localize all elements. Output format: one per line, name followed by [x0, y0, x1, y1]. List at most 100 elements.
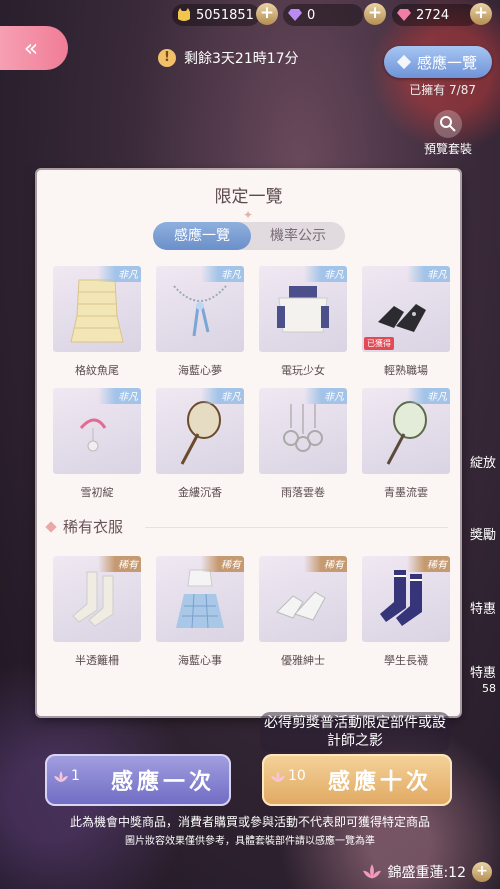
badge-label: 非凡: [201, 266, 244, 282]
list-item[interactable]: 非凡 電玩少女: [259, 266, 347, 378]
badge-label: 非凡: [98, 266, 141, 282]
item-name: 海藍心夢: [178, 364, 222, 377]
fan-icon: [180, 401, 221, 465]
list-item[interactable]: 稀有 學生長襪: [362, 556, 450, 668]
disclaimer: 此為機會中獎商品，消費者購買或參與活動不代表即可獲得特定商品: [69, 815, 430, 829]
badge-label: 非凡: [407, 266, 450, 282]
list-item[interactable]: 非凡 青墨流雲: [362, 388, 450, 500]
badge-label: 稀有: [407, 556, 450, 572]
badge-label: 稀有: [201, 556, 244, 572]
item-thumbnail: 非凡: [53, 388, 141, 474]
item-name: 海藍心事: [178, 654, 222, 667]
item-thumbnail: 非凡: [259, 388, 347, 474]
badge-label: 稀有: [98, 556, 141, 572]
item-name: 格紋魚尾: [75, 364, 119, 377]
tab-probability[interactable]: 機率公示: [251, 222, 345, 250]
diamond-icon: [396, 54, 412, 70]
back-button[interactable]: «: [0, 26, 68, 70]
side-label-reward: 奬勵: [469, 528, 496, 543]
side-label-bloom: 綻放: [469, 456, 496, 471]
badge-label: 非凡: [304, 388, 347, 404]
collection-overview-button[interactable]: 感應一覽: [384, 46, 492, 78]
item-thumbnail: 非凡: [156, 266, 244, 352]
draw-one-button[interactable]: 1 感應一次: [45, 754, 231, 806]
list-item[interactable]: 非凡 雪初綻: [53, 388, 141, 500]
item-name: 雪初綻: [80, 486, 114, 499]
list-item[interactable]: 非凡 雨落雲卷: [259, 388, 347, 500]
list-item[interactable]: 非凡 金縷沉香: [156, 388, 244, 500]
item-thumbnail: 稀有: [156, 556, 244, 642]
list-item[interactable]: 稀有 半透籬柵: [53, 556, 141, 668]
item-name: 金縷沉香: [178, 486, 222, 499]
panel-title: 限定一覽: [214, 187, 283, 207]
item-thumbnail: 非凡 已獲得: [362, 266, 450, 352]
obtained-tag: 已獲得: [364, 337, 394, 350]
lotus-icon: [271, 771, 285, 782]
badge-label: 非凡: [304, 266, 347, 282]
guarantee-note: 必得剪獎普活動限定部件或設計師之影: [260, 712, 450, 752]
badge-label: 非凡: [407, 388, 450, 404]
shoes-icon: [378, 304, 426, 332]
earring-icon: [79, 418, 107, 452]
add-diamond-button[interactable]: +: [364, 3, 386, 25]
double-chevron-left-icon: «: [23, 34, 39, 62]
pendant-icon: [283, 404, 323, 452]
item-thumbnail: 稀有: [53, 556, 141, 642]
gold-counter: 5051851: [172, 4, 260, 26]
magnifier-icon: [434, 110, 462, 138]
gem-icon: [397, 9, 411, 21]
diamond-icon: [288, 9, 302, 21]
add-gold-button[interactable]: +: [256, 3, 278, 25]
alert-icon: !: [158, 49, 176, 67]
item-thumbnail: 稀有: [259, 556, 347, 642]
item-name: 學生長襪: [384, 654, 428, 667]
side-label-special: 特惠: [469, 602, 496, 617]
item-thumbnail: 非凡: [53, 266, 141, 352]
list-item[interactable]: 非凡 海藍心夢: [156, 266, 244, 378]
fan-icon: [386, 401, 427, 465]
list-item[interactable]: 非凡 已獲得 輕熟職場: [362, 266, 450, 378]
item-thumbnail: 非凡: [156, 388, 244, 474]
top-icon: [277, 286, 329, 333]
side-label-count: 58: [482, 682, 496, 695]
side-label-special-2: 特惠: [469, 666, 496, 681]
event-timer: ! 剩餘3天21時17分: [158, 46, 299, 70]
badge-label: 稀有: [304, 556, 347, 572]
gem-counter: 2724: [392, 4, 478, 26]
list-item[interactable]: 稀有 海藍心事: [156, 556, 244, 668]
diamond-bullet-icon: [45, 520, 57, 533]
necklace-icon: [173, 285, 227, 337]
skirt-icon: [70, 279, 124, 343]
add-lotus-button[interactable]: +: [472, 862, 492, 882]
item-thumbnail: 稀有: [362, 556, 450, 642]
add-gem-button[interactable]: +: [470, 3, 492, 25]
item-name: 雨落雲卷: [281, 486, 325, 499]
limited-overview-panel: 限定一覽 ✦ 感應一覽 機率公示 非凡 格紋魚尾 非凡 海藍心夢 非凡 電玩少女…: [37, 170, 460, 716]
lotus-icon: [363, 864, 382, 879]
badge-label: 非凡: [201, 388, 244, 404]
item-name: 電玩少女: [281, 364, 325, 377]
item-name: 青墨流雲: [384, 486, 428, 499]
badge-label: 非凡: [98, 388, 141, 404]
draw-ten-button[interactable]: 10 感應十次: [262, 754, 452, 806]
item-name: 半透籬柵: [75, 654, 119, 667]
list-item[interactable]: 非凡 格紋魚尾: [53, 266, 141, 378]
dress-icon: [176, 569, 224, 629]
shoes-icon: [276, 591, 326, 621]
item-thumbnail: 非凡: [259, 266, 347, 352]
disclaimer-secondary: 圖片妝容效果僅供參考，具體套裝部件請以感應一覽為準: [125, 836, 375, 847]
owned-count: 已擁有 7/87: [409, 83, 476, 97]
tab-overview[interactable]: 感應一覽: [153, 222, 251, 250]
rare-section-heading: 稀有衣服: [45, 516, 123, 537]
item-thumbnail: 非凡: [362, 388, 450, 474]
preview-outfit-button[interactable]: 預覽套裝: [408, 110, 488, 157]
list-item[interactable]: 稀有 優雅紳士: [259, 556, 347, 668]
lotus-icon: [54, 771, 68, 782]
divider: [145, 527, 448, 528]
item-name: 輕熟職場: [384, 364, 428, 377]
diamond-counter: 0: [283, 4, 363, 26]
currency-bar: 5051851 + 0 + 2724 +: [0, 0, 500, 30]
panel-tabs: 感應一覽 機率公示: [153, 222, 345, 250]
cat-coin-icon: [178, 8, 190, 21]
flower-ornament-icon: ✦: [243, 208, 254, 222]
